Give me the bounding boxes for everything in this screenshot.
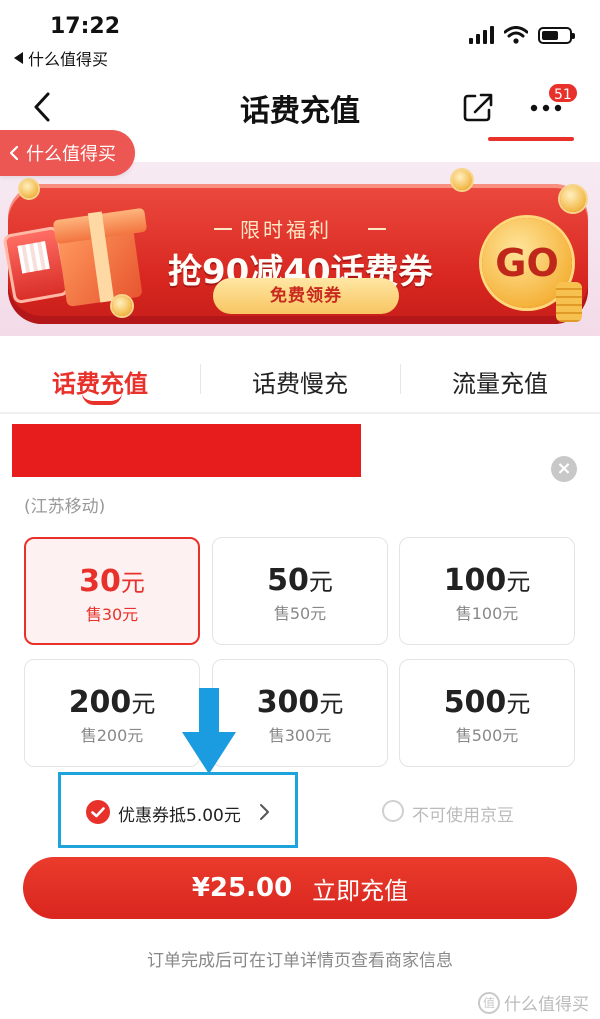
- return-app-pill[interactable]: 什么值得买: [0, 130, 135, 176]
- option-price: 售200元: [80, 726, 144, 745]
- cellular-signal-icon: [469, 26, 494, 44]
- clear-icon[interactable]: ×: [551, 456, 577, 482]
- submit-price: ¥25.00: [191, 873, 293, 903]
- tab-divider: [400, 364, 401, 394]
- beans-label: 不可使用京豆: [412, 806, 514, 826]
- submit-label: 立即充值: [312, 876, 409, 905]
- banner-subtitle: 限时福利: [240, 218, 332, 242]
- amount-option-100[interactable]: 100元 售100元: [399, 537, 575, 645]
- status-time: 17:22: [50, 14, 121, 39]
- option-price: 售300元: [268, 726, 332, 745]
- free-coupon-button[interactable]: 免费领券: [213, 278, 399, 314]
- return-app-label: 什么值得买: [26, 144, 116, 165]
- page-title: 话费充值: [240, 94, 360, 129]
- chevron-left-icon: [9, 145, 19, 161]
- phone-number-input-redacted[interactable]: [12, 424, 361, 477]
- option-amount: 200元: [68, 685, 156, 720]
- watermark: 值 什么值得买: [478, 990, 589, 1015]
- tab-slow-recharge[interactable]: 话费慢充: [200, 348, 400, 412]
- coupon-discount-label[interactable]: 优惠券抵5.00元: [118, 801, 241, 826]
- coin-stack-icon: [556, 282, 582, 322]
- banner-dash-left: [214, 228, 232, 230]
- amount-option-200[interactable]: 200元 售200元: [24, 659, 200, 767]
- back-to-app-label: 什么值得买: [28, 50, 109, 69]
- option-amount: 500元: [443, 685, 531, 720]
- option-price: 售50元: [273, 604, 327, 623]
- banner-dash-right: [368, 228, 386, 230]
- checkmark-icon[interactable]: [86, 800, 110, 824]
- amount-option-500[interactable]: 500元 售500元: [399, 659, 575, 767]
- beans-radio[interactable]: [382, 800, 404, 822]
- option-amount: 300元: [256, 685, 344, 720]
- nav-indicator-line: [488, 137, 574, 141]
- option-amount: 50元: [267, 563, 333, 598]
- coin-icon: [560, 186, 586, 212]
- blue-arrow-down-icon: [182, 688, 236, 774]
- tab-data-recharge[interactable]: 流量充值: [400, 348, 600, 412]
- order-info-note: 订单完成后可在订单详情页查看商家信息: [147, 951, 453, 971]
- option-amount: 100元: [443, 563, 531, 598]
- recharge-now-button[interactable]: ¥25.00 立即充值: [23, 857, 577, 919]
- option-price: 售100元: [455, 604, 519, 623]
- option-amount: 30元: [79, 564, 145, 599]
- carrier-label: (江苏移动): [24, 497, 106, 517]
- active-tab-underline: [82, 393, 122, 405]
- battery-icon: [538, 26, 575, 44]
- status-bar: 17:22 什么值得买: [0, 0, 600, 74]
- watermark-text: 什么值得买: [504, 995, 589, 1015]
- chevron-right-icon[interactable]: [258, 803, 270, 821]
- back-triangle-icon: [14, 52, 23, 64]
- wifi-icon: [504, 26, 528, 44]
- amount-option-300[interactable]: 300元 售300元: [212, 659, 388, 767]
- watermark-logo-icon: 值: [478, 991, 500, 1014]
- coin-icon: [452, 170, 472, 190]
- tab-divider: [200, 364, 201, 394]
- message-count-badge: 51: [547, 82, 579, 104]
- option-price: 售500元: [455, 726, 519, 745]
- option-price: 售30元: [85, 605, 139, 624]
- amount-option-50[interactable]: 50元 售50元: [212, 537, 388, 645]
- coin-icon: [20, 180, 38, 198]
- amount-option-30[interactable]: 30元 售30元: [24, 537, 200, 645]
- status-icons: [469, 26, 575, 44]
- share-icon[interactable]: [461, 90, 495, 124]
- back-to-app-link[interactable]: 什么值得买: [14, 46, 108, 70]
- coin-icon: [112, 296, 132, 316]
